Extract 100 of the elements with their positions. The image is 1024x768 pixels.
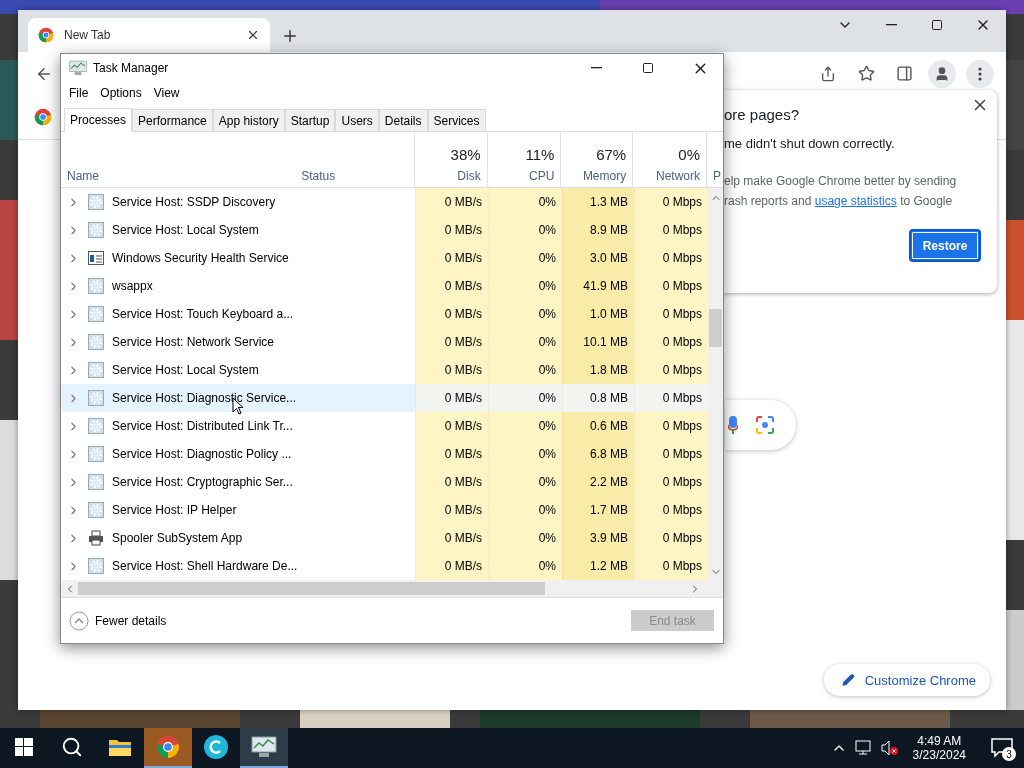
usage-percent: 38% (450, 146, 481, 163)
gear-icon (88, 194, 104, 210)
menu-item[interactable]: File (63, 86, 95, 100)
column-label: Name (67, 169, 99, 183)
taskbar-app[interactable] (240, 728, 288, 768)
profile-button[interactable] (928, 59, 956, 88)
search-icon (61, 736, 83, 758)
process-name: Service Host: Diagnostic Policy ... (112, 447, 292, 461)
usage-percent: 11% (525, 146, 555, 163)
side-panel-icon (895, 65, 913, 82)
search-box[interactable] (725, 400, 796, 450)
tab-title: New Tab (64, 28, 112, 42)
volume-muted-icon[interactable] (880, 740, 899, 756)
menu-button[interactable] (966, 59, 994, 88)
process-name: Spooler SubSystem App (112, 531, 243, 545)
process-name: Service Host: Network Service (112, 335, 275, 349)
clock[interactable]: 4:49 AM 3/23/2024 (906, 734, 972, 762)
table-cell: 2.2 MB (562, 468, 634, 496)
vertical-scrollbar[interactable] (708, 188, 723, 580)
table-cell: 0 MB/s (415, 412, 488, 440)
dialog-title: ore pages? (724, 106, 801, 125)
tab[interactable]: Processes (64, 108, 133, 132)
table-cell: 0 MB/s (415, 552, 488, 580)
consent-text: rash reports and (724, 194, 812, 208)
plus-icon (281, 27, 299, 45)
customize-chrome-button[interactable]: Customize Chrome (824, 664, 990, 696)
chrome-logo-icon (34, 108, 52, 126)
table-cell: 0% (488, 244, 562, 272)
message-icon (991, 738, 1013, 758)
process-name: Service Host: Local System (112, 223, 259, 237)
scroll-thumb[interactable] (709, 309, 722, 347)
tab[interactable]: Services (427, 109, 486, 131)
process-name: Service Host: Local System (112, 363, 259, 377)
table-cell: 0% (488, 188, 562, 216)
table-cell: 0 Mbps (634, 524, 708, 552)
close-icon[interactable] (246, 28, 260, 42)
task-manager-icon (69, 60, 87, 76)
table-cell: 1.0 MB (562, 300, 634, 328)
gear-icon (88, 558, 104, 574)
horizontal-scrollbar[interactable] (61, 580, 723, 597)
gear-icon (88, 502, 104, 518)
column-header[interactable]: P (706, 132, 723, 187)
table-cell: 3.9 MB (562, 524, 634, 552)
table-cell: 0 MB/s (415, 384, 488, 412)
tab[interactable]: Users (335, 109, 379, 131)
column-label: Memory (582, 169, 627, 183)
table-cell: 0 MB/s (415, 524, 488, 552)
chevron-up-circle-icon (69, 610, 89, 631)
tab[interactable]: Startup (284, 109, 336, 131)
person-icon (934, 65, 950, 82)
table-cell: 0% (488, 272, 562, 300)
gear-icon (88, 278, 104, 294)
minimize-icon (885, 24, 897, 26)
task-manager-icon (251, 736, 277, 758)
gear-icon (88, 334, 104, 350)
table-cell: 0 MB/s (415, 440, 488, 468)
gear-icon (88, 306, 104, 322)
tab[interactable]: Details (378, 109, 428, 131)
table-cell: 0 MB/s (415, 244, 488, 272)
table-cell: 0 MB/s (415, 216, 488, 244)
notifications-button[interactable]: 3 (980, 728, 1024, 768)
menu-item[interactable]: View (147, 86, 186, 100)
column-header[interactable]: 67% Memory (560, 132, 633, 187)
column-header[interactable]: 38% Disk (413, 132, 487, 187)
dialog-message: me didn't shut down correctly. (724, 136, 896, 151)
share-icon (820, 65, 836, 82)
table-cell: 0 Mbps (634, 356, 708, 384)
column-header[interactable]: Name (61, 132, 296, 187)
gear-icon (88, 390, 104, 406)
column-header[interactable]: 11% CPU (486, 132, 561, 187)
network-icon[interactable] (854, 740, 873, 756)
scroll-thumb[interactable] (78, 582, 545, 595)
chrome-icon (156, 735, 180, 759)
fewer-details-button[interactable]: Fewer details (69, 610, 167, 631)
usage-statistics-link[interactable]: usage statistics (814, 194, 897, 208)
star-icon (857, 65, 875, 82)
table-cell: 0 Mbps (634, 440, 708, 468)
tab[interactable]: App history (212, 109, 285, 131)
process-name: Service Host: SSDP Discovery (112, 195, 276, 209)
column-label: Status (301, 169, 336, 183)
folder-icon (108, 737, 132, 757)
table-cell: 0 Mbps (634, 552, 708, 580)
table-cell: 0 MB/s (415, 356, 488, 384)
gear-icon (88, 446, 104, 462)
restore-button[interactable]: Restore (909, 229, 981, 262)
table-cell: 0.8 MB (562, 384, 634, 412)
table-cell: 0% (488, 524, 562, 552)
table-cell: 0% (488, 552, 562, 580)
table-cell: 0 MB/s (415, 328, 488, 356)
browser-tab[interactable]: New Tab (28, 18, 270, 52)
process-row[interactable]: Service Host: Diagnostic Service... (61, 384, 415, 412)
column-header[interactable]: Status (295, 132, 414, 187)
column-header[interactable]: 0% Network (632, 132, 706, 187)
table-cell: 0 MB/s (415, 272, 488, 300)
chrome-tab-icon (38, 27, 54, 43)
process-name: Service Host: Distributed Link Tr... (112, 419, 293, 433)
menu-item[interactable]: Options (94, 86, 148, 100)
table-cell: 0.6 MB (562, 412, 634, 440)
tab[interactable]: Performance (132, 109, 213, 131)
gear-icon (88, 474, 104, 490)
